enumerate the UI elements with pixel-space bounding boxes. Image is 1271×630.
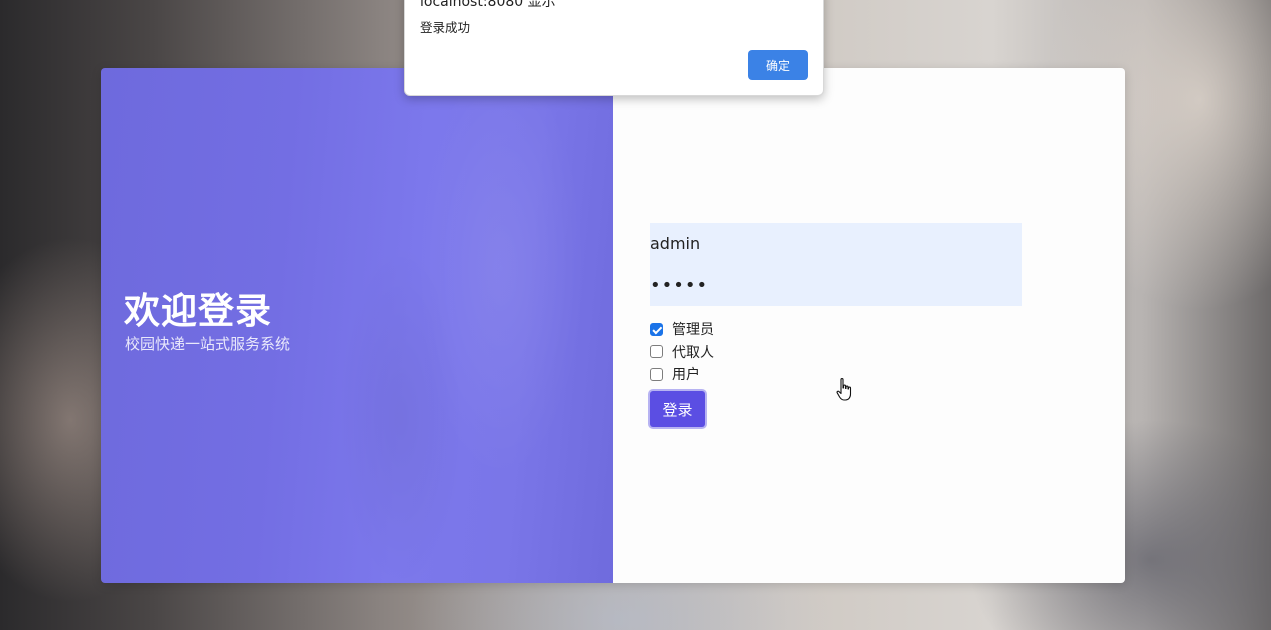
role-label: 用户 — [672, 367, 700, 384]
credentials-group — [650, 223, 1022, 306]
user-checkbox[interactable] — [650, 367, 663, 381]
login-button[interactable]: 登录 — [650, 391, 705, 427]
login-card: 欢迎登录 校园快递一站式服务系统 管理员 代取人 用户 — [101, 68, 1125, 583]
role-option-courier[interactable]: 代取人 — [650, 341, 714, 364]
welcome-subtitle: 校园快递一站式服务系统 — [125, 335, 291, 353]
dialog-ok-button[interactable]: 确定 — [748, 50, 808, 80]
alert-dialog: localhost:8080 显示 登录成功 确定 — [404, 0, 824, 96]
role-label: 管理员 — [672, 322, 714, 339]
login-form-panel: 管理员 代取人 用户 登录 — [613, 68, 1125, 583]
welcome-panel: 欢迎登录 校园快递一站式服务系统 — [101, 68, 613, 583]
dialog-message: 登录成功 — [420, 20, 471, 35]
password-input[interactable] — [650, 265, 1022, 305]
username-input[interactable] — [650, 223, 1022, 263]
welcome-title: 欢迎登录 — [124, 291, 273, 332]
role-selector: 管理员 代取人 用户 — [650, 318, 714, 386]
hand-pointer-icon — [836, 377, 852, 401]
role-option-user[interactable]: 用户 — [650, 363, 714, 386]
role-label: 代取人 — [672, 344, 714, 361]
admin-checkbox[interactable] — [650, 322, 663, 336]
courier-checkbox[interactable] — [650, 345, 663, 359]
role-option-admin[interactable]: 管理员 — [650, 318, 714, 341]
dialog-origin: localhost:8080 显示 — [420, 0, 556, 10]
